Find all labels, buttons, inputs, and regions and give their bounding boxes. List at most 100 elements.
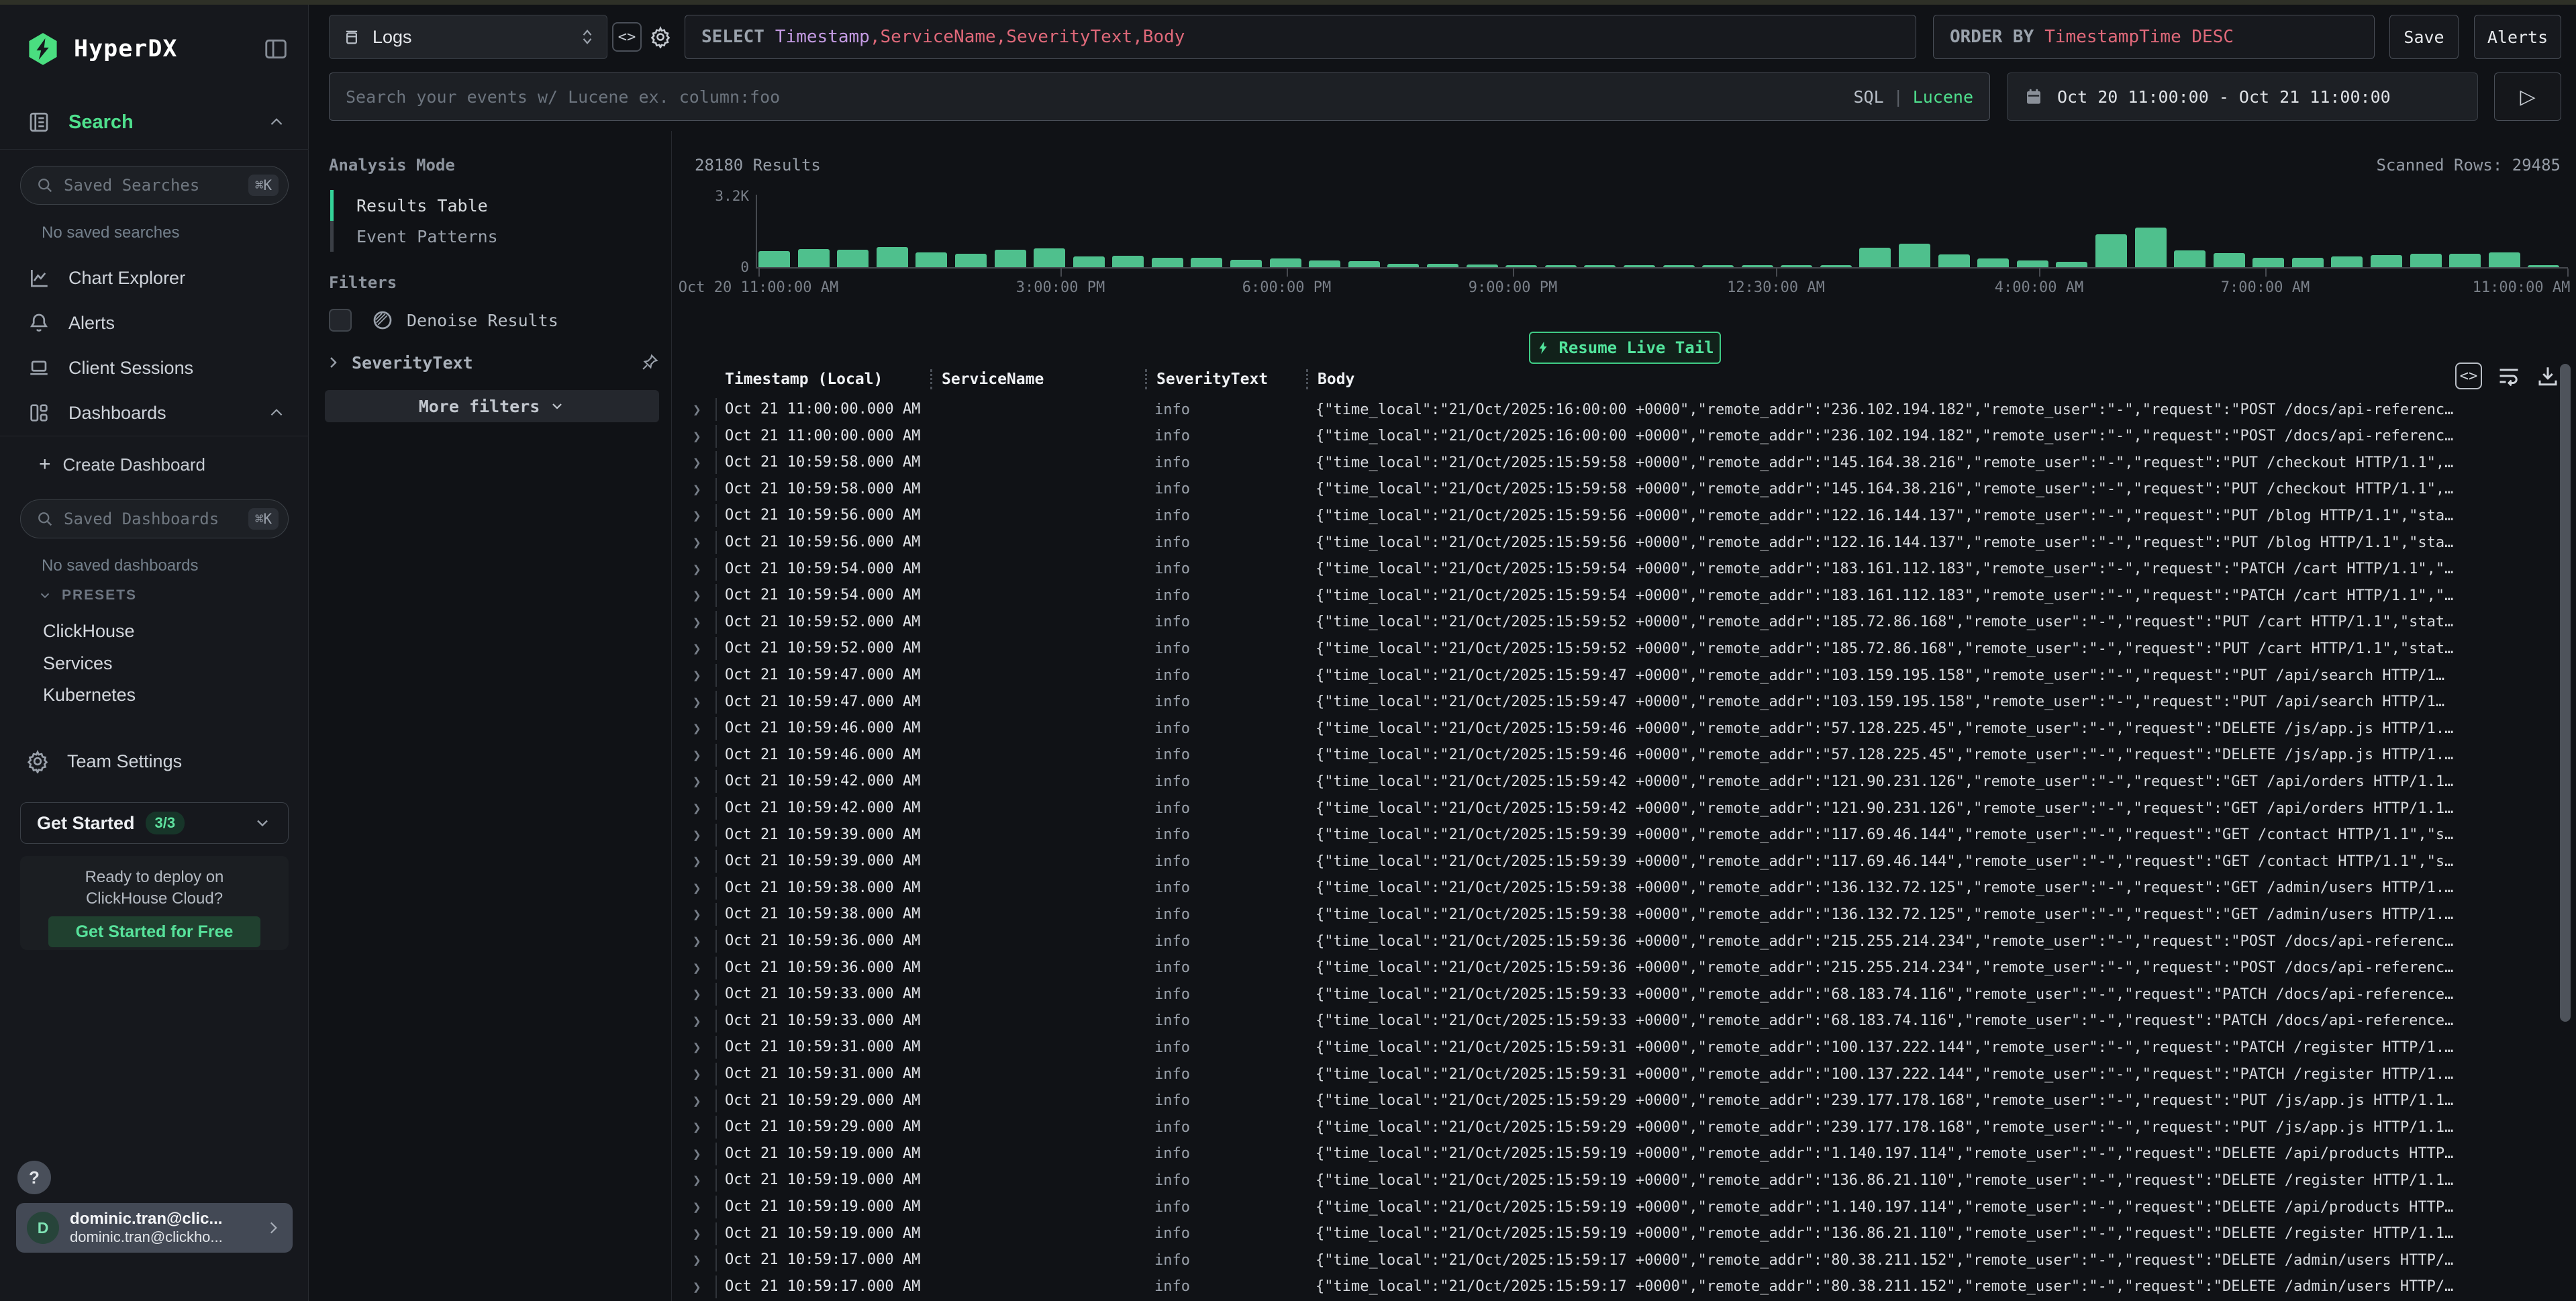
expand-row-chevron-icon[interactable]: ❯ [691,1199,715,1215]
source-select[interactable]: Logs [329,15,607,59]
column-header-servicename[interactable]: ServiceName [930,369,1145,389]
expand-row-chevron-icon[interactable]: ❯ [691,720,715,736]
expand-row-chevron-icon[interactable]: ❯ [691,587,715,604]
log-row[interactable]: ❯Oct 21 10:59:54.000 AMinfo{"time_local"… [691,556,2552,583]
log-row[interactable]: ❯Oct 21 10:59:17.000 AMinfo{"time_local"… [691,1247,2552,1273]
expand-row-chevron-icon[interactable]: ❯ [691,986,715,1002]
log-row[interactable]: ❯Oct 21 10:59:38.000 AMinfo{"time_local"… [691,875,2552,902]
event-search-input[interactable]: Search your events w/ Lucene ex. column:… [329,73,1990,121]
expand-row-chevron-icon[interactable]: ❯ [691,667,715,683]
expand-row-chevron-icon[interactable]: ❯ [691,1226,715,1242]
histogram-plot[interactable] [758,195,2567,267]
expand-row-chevron-icon[interactable]: ❯ [691,747,715,763]
select-columns-input[interactable]: SELECT Timestamp ,ServiceName,SeverityTe… [685,15,1916,59]
log-row[interactable]: ❯Oct 21 10:59:36.000 AMinfo{"time_local"… [691,928,2552,955]
log-row[interactable]: ❯Oct 21 10:59:33.000 AMinfo{"time_local"… [691,981,2552,1008]
preset-item-services[interactable]: Services [43,653,113,674]
sidebar-item-chart-explorer[interactable]: Chart Explorer [0,261,308,295]
sidebar-item-dashboards[interactable]: Dashboards [0,396,308,430]
preset-item-kubernetes[interactable]: Kubernetes [43,685,136,706]
expand-row-chevron-icon[interactable]: ❯ [691,1093,715,1109]
tab-event-patterns[interactable]: Event Patterns [330,221,498,252]
log-row[interactable]: ❯Oct 21 10:59:39.000 AMinfo{"time_local"… [691,822,2552,849]
expand-row-chevron-icon[interactable]: ❯ [691,401,715,418]
sidebar-item-alerts[interactable]: Alerts [0,306,308,340]
expand-row-chevron-icon[interactable]: ❯ [691,1013,715,1029]
preset-item-clickhouse[interactable]: ClickHouse [43,621,135,642]
sidebar-item-client-sessions[interactable]: Client Sessions [0,351,308,385]
alerts-button[interactable]: Alerts [2474,15,2561,59]
log-row[interactable]: ❯Oct 21 10:59:52.000 AMinfo{"time_local"… [691,609,2552,636]
expand-row-chevron-icon[interactable]: ❯ [691,773,715,789]
chevron-up-icon[interactable] [268,404,285,422]
sidebar-item-search[interactable]: Search [0,105,308,139]
expand-row-chevron-icon[interactable]: ❯ [691,800,715,816]
log-row[interactable]: ❯Oct 21 10:59:46.000 AMinfo{"time_local"… [691,715,2552,742]
expand-row-chevron-icon[interactable]: ❯ [691,614,715,630]
expand-row-chevron-icon[interactable]: ❯ [691,1279,715,1295]
log-row[interactable]: ❯Oct 21 10:59:52.000 AMinfo{"time_local"… [691,635,2552,662]
saved-dashboards-input[interactable]: Saved Dashboards ⌘K [20,499,289,538]
expand-row-chevron-icon[interactable]: ❯ [691,1039,715,1055]
log-row[interactable]: ❯Oct 21 10:59:56.000 AMinfo{"time_local"… [691,502,2552,529]
tab-results-table[interactable]: Results Table [330,190,498,221]
log-row[interactable]: ❯Oct 21 10:59:33.000 AMinfo{"time_local"… [691,1008,2552,1034]
log-row[interactable]: ❯Oct 21 10:59:47.000 AMinfo{"time_local"… [691,689,2552,716]
log-row[interactable]: ❯Oct 21 10:59:19.000 AMinfo{"time_local"… [691,1167,2552,1194]
expand-row-chevron-icon[interactable]: ❯ [691,454,715,471]
expand-row-chevron-icon[interactable]: ❯ [691,853,715,869]
log-row[interactable]: ❯Oct 21 10:59:58.000 AMinfo{"time_local"… [691,449,2552,476]
log-row[interactable]: ❯Oct 21 10:59:56.000 AMinfo{"time_local"… [691,529,2552,556]
collapse-sidebar-icon[interactable] [263,36,289,62]
expand-row-chevron-icon[interactable]: ❯ [691,880,715,896]
user-menu[interactable]: D dominic.tran@clic... dominic.tran@clic… [16,1203,293,1253]
pin-icon[interactable] [640,353,659,372]
log-row[interactable]: ❯Oct 21 10:59:39.000 AMinfo{"time_local"… [691,848,2552,875]
log-row[interactable]: ❯Oct 21 10:59:46.000 AMinfo{"time_local"… [691,742,2552,769]
get-started-free-button[interactable]: Get Started for Free [48,916,260,947]
column-header-body[interactable]: Body [1306,369,2552,389]
expand-row-chevron-icon[interactable]: ❯ [691,534,715,550]
help-button[interactable]: ? [17,1161,51,1194]
lucene-mode-toggle[interactable]: Lucene [1913,87,1973,107]
log-row[interactable]: ❯Oct 21 11:00:00.000 AMinfo{"time_local"… [691,423,2552,450]
log-row[interactable]: ❯Oct 21 10:59:29.000 AMinfo{"time_local"… [691,1114,2552,1141]
save-button[interactable]: Save [2389,15,2459,59]
expand-row-chevron-icon[interactable]: ❯ [691,1252,715,1268]
expand-row-chevron-icon[interactable]: ❯ [691,933,715,949]
expand-row-chevron-icon[interactable]: ❯ [691,906,715,922]
log-row[interactable]: ❯Oct 21 10:59:36.000 AMinfo{"time_local"… [691,955,2552,981]
presets-section-toggle[interactable]: PRESETS [38,587,137,604]
expand-row-chevron-icon[interactable]: ❯ [691,508,715,524]
run-query-button[interactable]: ▷ [2494,73,2561,121]
log-row[interactable]: ❯Oct 21 10:59:47.000 AMinfo{"time_local"… [691,662,2552,689]
log-row[interactable]: ❯Oct 21 10:59:42.000 AMinfo{"time_local"… [691,795,2552,822]
saved-searches-input[interactable]: Saved Searches ⌘K [20,166,289,205]
sidebar-item-team-settings[interactable]: Team Settings [0,744,308,778]
log-row[interactable]: ❯Oct 21 10:59:31.000 AMinfo{"time_local"… [691,1061,2552,1088]
expand-row-chevron-icon[interactable]: ❯ [691,428,715,444]
create-dashboard-button[interactable]: + Create Dashboard [0,448,308,481]
expand-row-chevron-icon[interactable]: ❯ [691,561,715,577]
resume-live-tail-button[interactable]: Resume Live Tail [1529,332,1721,364]
column-header-severitytext[interactable]: SeverityText [1145,369,1306,389]
expand-row-chevron-icon[interactable]: ❯ [691,640,715,657]
log-row[interactable]: ❯Oct 21 10:59:58.000 AMinfo{"time_local"… [691,476,2552,503]
chevron-up-icon[interactable] [268,113,285,131]
log-row[interactable]: ❯Oct 21 10:59:17.000 AMinfo{"time_local"… [691,1273,2552,1300]
order-by-input[interactable]: ORDER BY TimestampTime DESC [1933,15,2375,59]
expand-row-chevron-icon[interactable]: ❯ [691,1172,715,1188]
log-row[interactable]: ❯Oct 21 10:59:31.000 AMinfo{"time_local"… [691,1034,2552,1061]
log-row[interactable]: ❯Oct 21 10:59:54.000 AMinfo{"time_local"… [691,582,2552,609]
denoise-checkbox[interactable] [329,309,352,332]
severity-filter-group[interactable]: SeverityText [325,349,659,376]
log-row[interactable]: ❯Oct 21 10:59:42.000 AMinfo{"time_local"… [691,768,2552,795]
expand-row-chevron-icon[interactable]: ❯ [691,1066,715,1082]
more-filters-button[interactable]: More filters [325,390,659,422]
expand-row-chevron-icon[interactable]: ❯ [691,960,715,976]
source-settings-gear-icon[interactable] [646,22,675,52]
expand-row-chevron-icon[interactable]: ❯ [691,694,715,710]
log-row[interactable]: ❯Oct 21 10:59:29.000 AMinfo{"time_local"… [691,1088,2552,1114]
table-scrollbar[interactable] [2560,364,2571,1022]
log-row[interactable]: ❯Oct 21 10:59:19.000 AMinfo{"time_local"… [691,1141,2552,1167]
